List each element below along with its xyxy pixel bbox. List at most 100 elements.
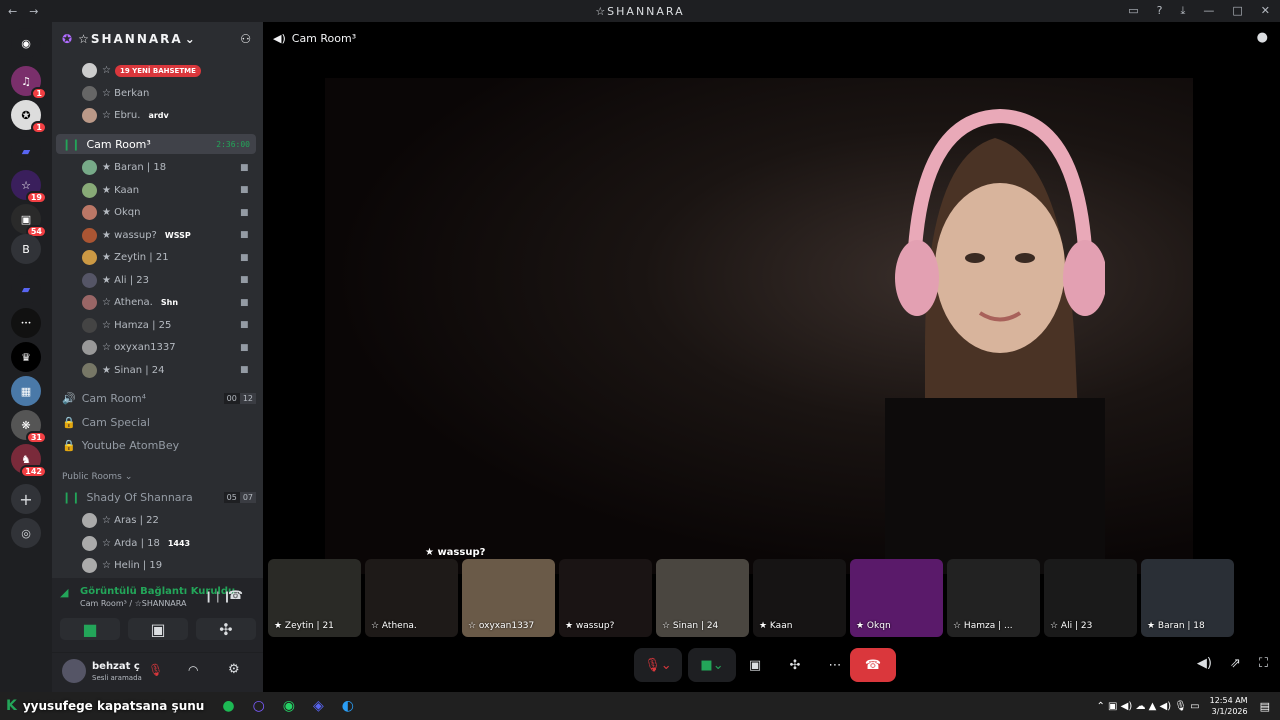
voice-channel[interactable]: 🔒 Cam Special (56, 412, 256, 432)
close-icon[interactable]: ✕ (1261, 4, 1270, 18)
participant-tile[interactable]: ★ wassup? (559, 559, 652, 637)
maximize-icon[interactable]: □ (1232, 4, 1242, 18)
voice-channel[interactable]: 🔒 Youtube AtomBey (56, 435, 256, 455)
connection-channel[interactable]: Cam Room³ / ☆SHANNARA (80, 599, 186, 608)
server-icon[interactable]: ♛ (11, 342, 41, 372)
folder-icon[interactable]: ▰ (11, 274, 41, 304)
streamer-video (885, 108, 1105, 574)
voice-member[interactable]: ★ Kaan ■ (82, 182, 249, 198)
user-count: 00 12 (223, 392, 256, 404)
participant-tile[interactable]: ★ Baran | 18 (1141, 559, 1234, 637)
add-server-icon[interactable]: + (11, 484, 41, 514)
more-button[interactable]: ⋯ (818, 648, 852, 682)
server-icon[interactable]: ♞ 142 (11, 444, 47, 478)
category-header[interactable]: Public Rooms ⌄ (62, 472, 132, 482)
server-icon[interactable]: ▦ (11, 376, 41, 406)
edge-icon[interactable]: ◐ (342, 698, 354, 714)
mention-pill[interactable]: 19 YENİ BAHSETME (114, 64, 201, 77)
avatar[interactable] (62, 659, 86, 683)
help-icon[interactable]: ? (1157, 4, 1163, 18)
user-name[interactable]: behzat ç (92, 661, 140, 672)
screen-share-button[interactable]: ▣ (128, 618, 188, 640)
participant-tile[interactable]: ★ Zeytin | 21 (268, 559, 361, 637)
whatsapp-icon[interactable]: ◉ (283, 698, 295, 714)
participant-tile[interactable]: ☆ Hamza | ... (947, 559, 1040, 637)
participant-tile[interactable]: ☆ Sinan | 24 (656, 559, 749, 637)
minimize-icon[interactable]: — (1203, 4, 1214, 18)
mention-badge: 1 (31, 87, 47, 100)
member-item[interactable]: ☆ Ebru. ardv (82, 108, 172, 123)
server-icon[interactable]: ☆ 19 (11, 170, 47, 204)
discover-icon[interactable]: ◎ (11, 518, 41, 548)
notifications-icon[interactable]: ▤ (1260, 700, 1270, 713)
activities-button[interactable]: ✣ (778, 648, 812, 682)
activities-button[interactable]: ✣ (196, 618, 256, 640)
voice-channel[interactable]: 🔊 Cam Room⁴ 00 12 (56, 388, 256, 408)
member-item[interactable]: ☆ 19 YENİ BAHSETME (82, 63, 201, 78)
window-title: ☆SHANNARA (595, 4, 685, 18)
fullscreen-icon[interactable]: ⛶ (1259, 656, 1268, 671)
participant-name: ★ Okqn (856, 621, 891, 631)
forward-icon[interactable]: → (29, 5, 38, 18)
folder-icon[interactable]: ▰ (11, 136, 41, 166)
participant-tile[interactable]: ☆ Ali | 23 (1044, 559, 1137, 637)
member-item[interactable]: ☆ Berkan (82, 86, 149, 101)
voice-channel[interactable]: ❙❙ Shady Of Shannara 05 07 (56, 487, 256, 507)
voice-member[interactable]: ★ wassup? WSSP ■ (82, 227, 249, 243)
voice-member[interactable]: ★ Zeytin | 21 ■ (82, 250, 249, 265)
server-icon[interactable]: ✪ 1 (11, 100, 47, 134)
volume-icon[interactable]: ◀) (1197, 656, 1212, 671)
spotify-icon[interactable]: ● (222, 698, 234, 714)
voice-member[interactable]: ★ Baran | 18 ■ (82, 160, 249, 175)
discord-icon[interactable]: ◈ (313, 698, 324, 714)
voice-member[interactable]: ★ Ali | 23 ■ (82, 272, 249, 288)
voice-member[interactable]: ☆ Aras | 22 (82, 513, 159, 528)
clock[interactable]: 12:54 AM 3/1/2026 (1210, 695, 1248, 717)
signal-icon: ◢ (60, 586, 69, 599)
tray-icons[interactable]: ⌃ ▣ ◀) ☁ ▲ ◀) 🎙 ▭ (1097, 701, 1200, 712)
mic-muted-icon[interactable]: 🎙 (148, 663, 163, 677)
member-tag: ardv (148, 111, 169, 120)
discord-home-icon[interactable]: ◉ (11, 28, 41, 58)
chat-icon[interactable]: ● (1257, 30, 1268, 45)
popout-icon[interactable]: ⇗ (1230, 656, 1241, 671)
back-icon[interactable]: ← (8, 5, 17, 18)
voice-member[interactable]: ★ Okqn ■ (82, 205, 249, 220)
voice-member[interactable]: ☆ oxyxan1337 ■ (82, 340, 249, 355)
voice-member[interactable]: ★ Sinan | 24 ■ (82, 362, 249, 378)
participant-tile[interactable]: ★ Okqn (850, 559, 943, 637)
hang-up-button[interactable]: ☎ (850, 648, 896, 682)
call-timer: 2:36:00 (216, 139, 250, 149)
gear-icon[interactable]: ⚙ (228, 662, 240, 677)
invite-icon[interactable]: ⚇ (240, 32, 253, 46)
camera-button[interactable]: ■ (60, 618, 120, 640)
voice-member[interactable]: ☆ Athena. Shn ■ (82, 295, 249, 310)
server-header[interactable]: ✪ ☆SHANNARA ⌄ ⚇ (52, 22, 263, 56)
main-video[interactable]: ★ wassup? (325, 78, 1193, 574)
voice-member[interactable]: ☆ Hamza | 25 ■ (82, 317, 249, 333)
download-icon[interactable]: ⤓ (1181, 4, 1186, 18)
disconnect-icon[interactable]: ☎ (228, 588, 243, 602)
stage-channel-name: Cam Room³ (291, 32, 357, 45)
mute-button[interactable]: 🎙⌄ (634, 648, 682, 682)
app-icon[interactable]: ○ (253, 698, 265, 714)
voice-channel-active[interactable]: ❙❙ Cam Room³ 2:36:00 (56, 134, 256, 154)
member-name: ★ Zeytin | 21 (102, 252, 169, 263)
participant-tile[interactable]: ★ Kaan (753, 559, 846, 637)
voice-member[interactable]: ☆ Arda | 18 1443 (82, 535, 193, 551)
server-icon[interactable]: ♫ 1 (11, 66, 47, 100)
server-icon[interactable]: ❋ 31 (11, 410, 47, 444)
camera-icon: ■ (240, 207, 249, 218)
camera-toggle-button[interactable]: ■⌄ (688, 648, 736, 682)
app-icon[interactable]: K (6, 698, 17, 714)
server-icon[interactable]: ••• (11, 308, 41, 338)
headphones-icon[interactable]: ◠ (188, 663, 198, 677)
server-icon[interactable]: B (11, 234, 41, 264)
screen-share-button[interactable]: ▣ (738, 648, 772, 682)
participant-tile[interactable]: ☆ oxyxan1337 (462, 559, 555, 637)
participant-tile[interactable]: ☆ Athena. (365, 559, 458, 637)
server-icon[interactable]: ▣ 54 (11, 204, 47, 238)
voice-member[interactable]: ☆ Helin | 19 (82, 558, 162, 573)
mention-badge: 142 (20, 465, 47, 478)
inbox-icon[interactable]: ▭ (1128, 4, 1138, 18)
